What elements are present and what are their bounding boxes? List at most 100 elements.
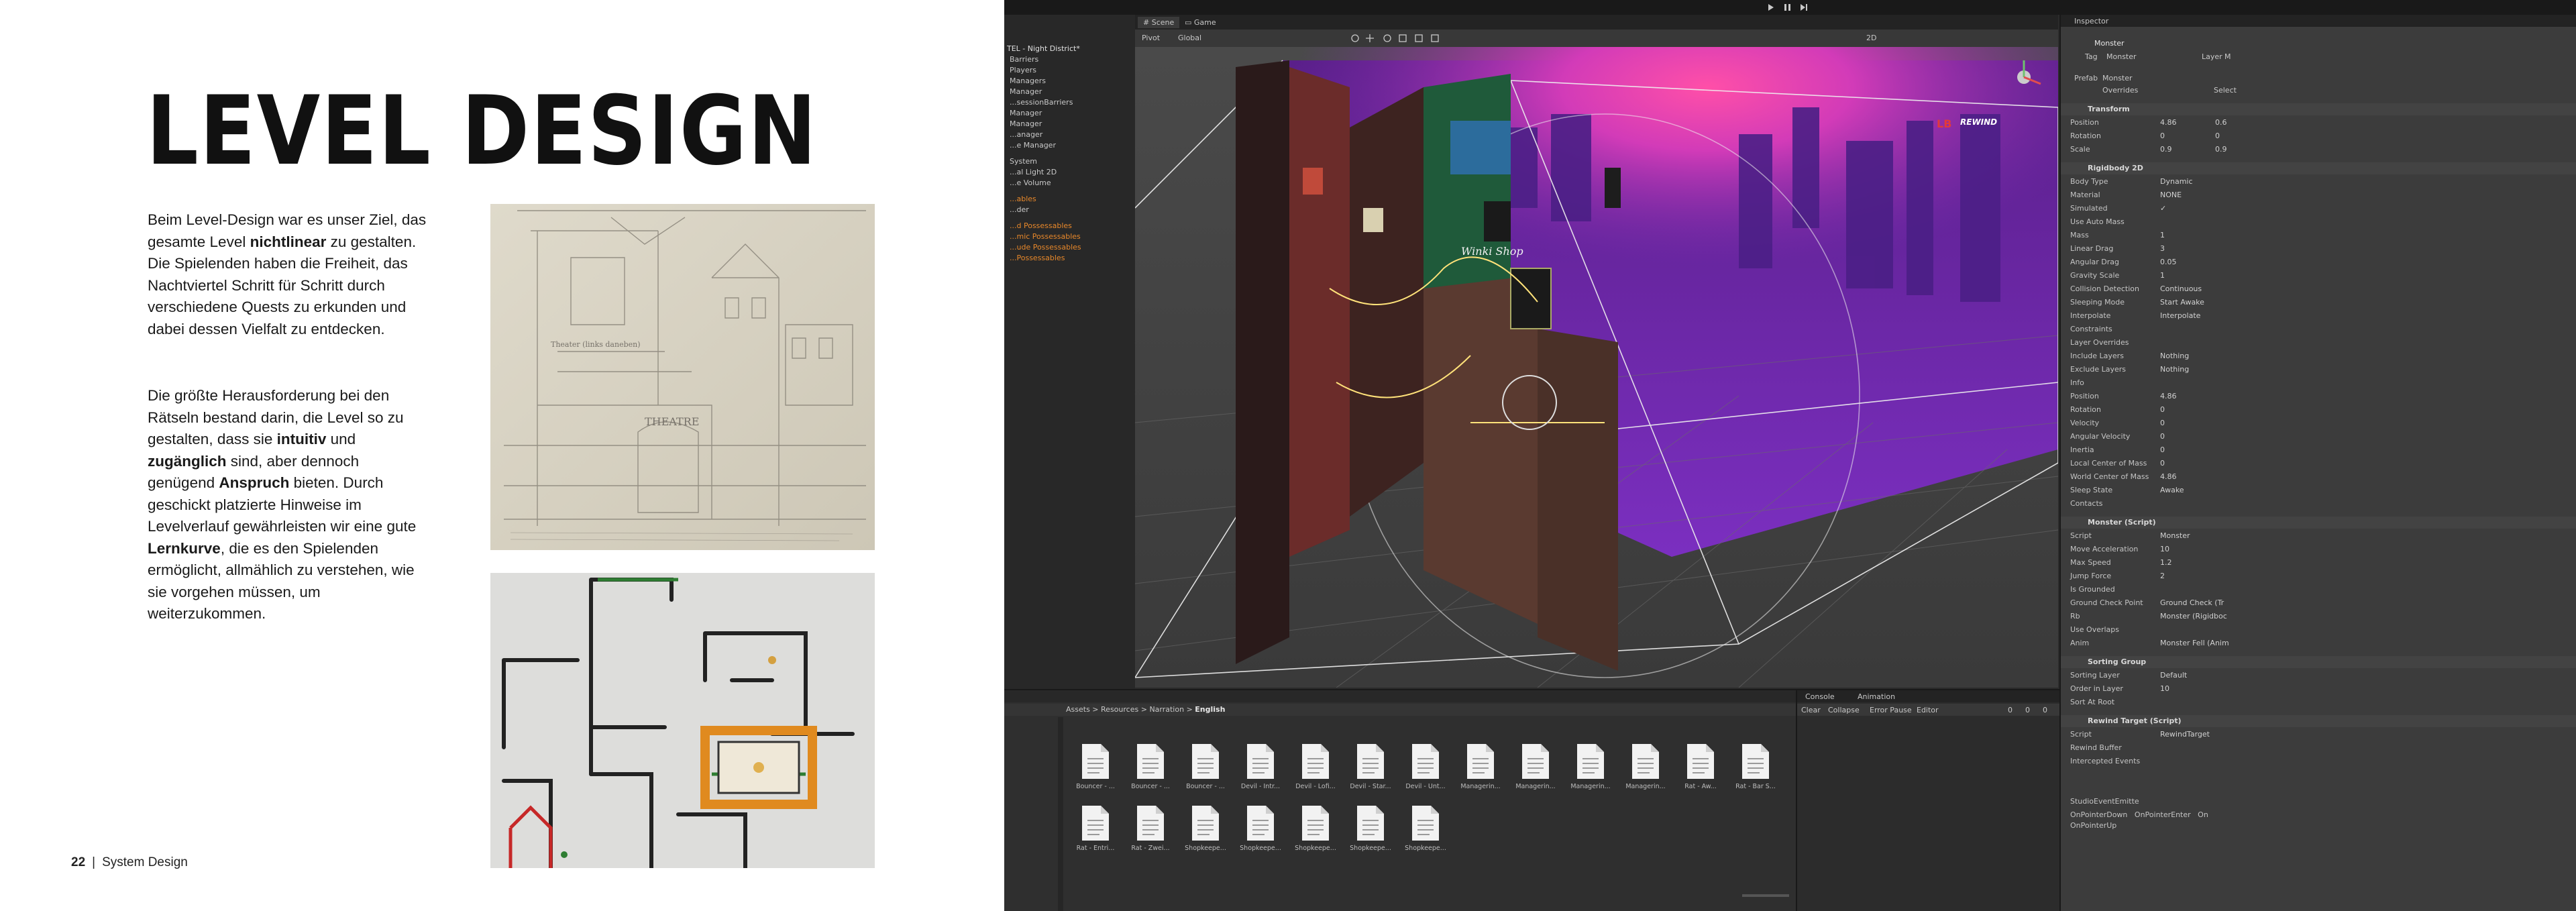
file-icon[interactable] — [1244, 743, 1277, 780]
layer-dropdown[interactable]: M — [2224, 52, 2231, 61]
breadcrumb-resources[interactable]: Resources — [1101, 705, 1138, 714]
field-value[interactable]: Monster — [2160, 531, 2190, 540]
hierarchy-item[interactable]: Barriers — [1010, 55, 1038, 64]
file-icon[interactable] — [1244, 804, 1277, 842]
field-value[interactable]: Awake — [2160, 486, 2184, 494]
file-icon[interactable] — [1189, 743, 1222, 780]
field-value[interactable]: 1.2 — [2160, 558, 2172, 567]
field-value[interactable]: Start Awake — [2160, 298, 2204, 307]
error-pause-button[interactable]: Error Pause — [1870, 706, 1912, 714]
field-value[interactable]: 0 — [2160, 445, 2165, 454]
file-icon[interactable] — [1354, 804, 1387, 842]
field-value[interactable]: Monster Fell (Anim — [2160, 639, 2229, 647]
field-value[interactable]: Nothing — [2160, 365, 2189, 374]
field-value[interactable]: 4.86 — [2160, 472, 2177, 481]
field-value[interactable]: Interpolate — [2160, 311, 2200, 320]
file-icon[interactable] — [1079, 743, 1112, 780]
hierarchy-item[interactable]: Manager — [1010, 109, 1042, 117]
hierarchy-item[interactable]: System — [1010, 157, 1037, 166]
hierarchy-item[interactable]: Managers — [1010, 76, 1046, 85]
hierarchy-root[interactable]: TEL - Night District* — [1007, 44, 1080, 53]
collapse-button[interactable]: Collapse — [1828, 706, 1860, 714]
hierarchy-item[interactable]: ...der — [1010, 205, 1029, 214]
hierarchy-item[interactable]: ...d Possessables — [1010, 221, 1072, 230]
folder-tree-scrollbar[interactable] — [1058, 717, 1063, 911]
file-icon[interactable] — [1574, 743, 1607, 780]
breadcrumb-english[interactable]: English — [1195, 705, 1225, 714]
file-icon[interactable] — [1134, 804, 1167, 842]
pivot-dropdown[interactable]: Pivot — [1142, 34, 1160, 42]
playback-controls[interactable] — [1766, 3, 1813, 12]
field-value[interactable]: 0 — [2160, 419, 2165, 427]
tab-console[interactable]: Console — [1805, 692, 1835, 701]
global-dropdown[interactable]: Global — [1178, 34, 1201, 42]
event-pointer-enter[interactable]: OnPointerEnter — [2135, 810, 2191, 819]
step-icon[interactable] — [1801, 4, 1805, 11]
rigidbody-header[interactable]: Rigidbody 2D — [2061, 162, 2576, 174]
transform-y-value[interactable]: 0.9 — [2215, 145, 2227, 154]
field-value[interactable]: 0 — [2160, 131, 2165, 140]
event-pointer-down[interactable]: OnPointerDown — [2070, 810, 2127, 819]
file-icon[interactable] — [1299, 804, 1332, 842]
file-icon[interactable] — [1519, 743, 1552, 780]
hierarchy-item[interactable]: ...e Manager — [1010, 141, 1056, 150]
field-value[interactable]: 1 — [2160, 271, 2165, 280]
file-icon[interactable] — [1134, 743, 1167, 780]
transform-y-value[interactable]: 0.6 — [2215, 118, 2227, 127]
select-button[interactable]: Select — [2214, 86, 2237, 95]
field-value[interactable]: 1 — [2160, 231, 2165, 239]
field-value[interactable]: Continuous — [2160, 284, 2202, 293]
file-icon[interactable] — [1684, 743, 1717, 780]
file-icon[interactable] — [1189, 804, 1222, 842]
log-count-error[interactable]: 0 — [2043, 706, 2047, 714]
field-value[interactable]: 0.05 — [2160, 258, 2177, 266]
field-value[interactable]: 0 — [2160, 459, 2165, 468]
file-icon[interactable] — [1739, 743, 1772, 780]
breadcrumb-assets[interactable]: Assets — [1066, 705, 1090, 714]
field-value[interactable]: 0 — [2160, 432, 2165, 441]
field-value[interactable]: ✓ — [2160, 204, 2166, 213]
field-value[interactable]: Ground Check (Tr — [2160, 598, 2224, 607]
file-icon[interactable] — [1409, 804, 1442, 842]
hierarchy-item[interactable]: ...mic Possessables — [1010, 232, 1081, 241]
field-value[interactable]: 0 — [2160, 405, 2165, 414]
zoom-slider[interactable] — [1742, 894, 1789, 897]
2d-toggle[interactable]: 2D — [1866, 34, 1876, 42]
field-value[interactable]: Dynamic — [2160, 177, 2193, 186]
field-value[interactable]: RewindTarget — [2160, 730, 2210, 739]
file-icon[interactable] — [1299, 743, 1332, 780]
scene-view[interactable]: Winki Shop LB REWIND — [1135, 47, 2058, 688]
object-name[interactable]: Monster — [2094, 39, 2125, 48]
sorting-group-header[interactable]: Sorting Group — [2061, 656, 2576, 668]
file-icon[interactable] — [1079, 804, 1112, 842]
field-value[interactable]: 2 — [2160, 572, 2165, 580]
rewind-target-header[interactable]: Rewind Target (Script) — [2061, 715, 2576, 727]
field-value[interactable]: 3 — [2160, 244, 2165, 253]
transform-tools[interactable] — [1350, 33, 1464, 44]
field-value[interactable]: 4.86 — [2160, 392, 2177, 400]
tab-game[interactable]: ▭ Game — [1179, 17, 1222, 28]
clear-button[interactable]: Clear — [1801, 706, 1821, 714]
log-count-warn[interactable]: 0 — [2025, 706, 2030, 714]
field-value[interactable]: 10 — [2160, 684, 2169, 693]
editor-dropdown[interactable]: Editor — [1917, 706, 1939, 714]
field-value[interactable]: 4.86 — [2160, 118, 2177, 127]
hierarchy-item[interactable]: ...ables — [1010, 195, 1036, 203]
field-value[interactable]: 10 — [2160, 545, 2169, 553]
hierarchy-item[interactable]: ...ude Possessables — [1010, 243, 1081, 252]
hierarchy-item[interactable]: ...sessionBarriers — [1010, 98, 1073, 107]
tag-dropdown[interactable]: Monster — [2106, 52, 2137, 61]
event-on[interactable]: On — [2198, 810, 2208, 819]
transform-header[interactable]: Transform — [2061, 103, 2576, 115]
breadcrumb-narration[interactable]: Narration — [1149, 705, 1184, 714]
hierarchy-item[interactable]: ...al Light 2D — [1010, 168, 1057, 176]
transform-y-value[interactable]: 0 — [2215, 131, 2220, 140]
hierarchy-item[interactable]: Manager — [1010, 119, 1042, 128]
file-icon[interactable] — [1409, 743, 1442, 780]
tab-inspector[interactable]: Inspector — [2074, 17, 2108, 25]
log-count-info[interactable]: 0 — [2008, 706, 2012, 714]
field-value[interactable]: Monster (Rigidboc — [2160, 612, 2227, 621]
field-value[interactable]: Default — [2160, 671, 2187, 680]
prefab-value[interactable]: Monster — [2102, 74, 2133, 83]
pause-icon[interactable] — [1784, 4, 1786, 11]
